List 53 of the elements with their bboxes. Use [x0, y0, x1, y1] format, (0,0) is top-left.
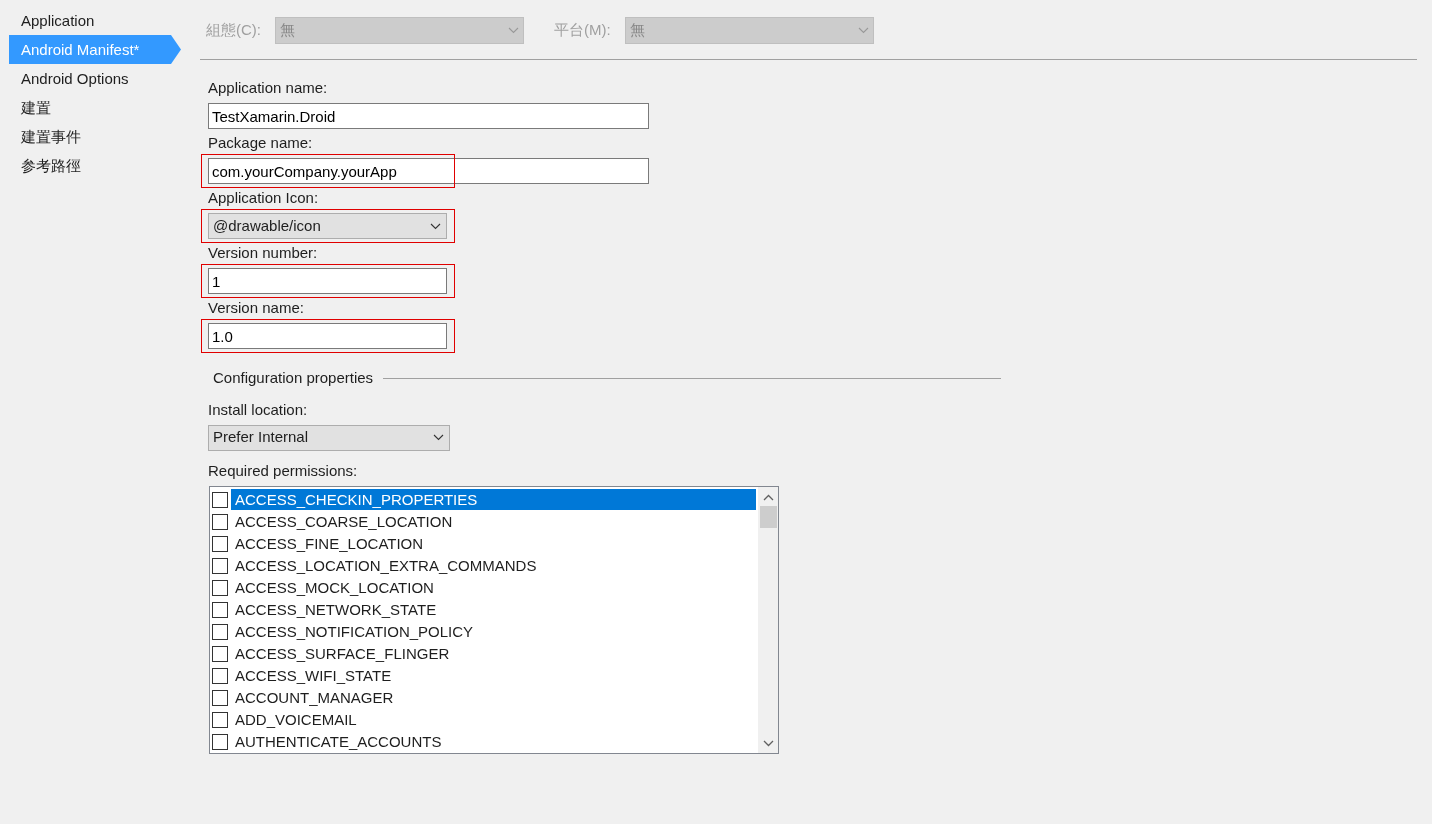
checkbox[interactable]: [212, 579, 228, 596]
checkbox[interactable]: [212, 711, 228, 728]
scrollbar[interactable]: [758, 486, 778, 753]
sidebar-item[interactable]: 参考路徑: [9, 151, 182, 180]
sidebar-item[interactable]: Android Options: [9, 64, 182, 93]
checkbox[interactable]: [212, 557, 228, 574]
checkbox[interactable]: [212, 645, 228, 662]
field-label: Application name:: [208, 78, 328, 98]
input-field[interactable]: TestXamarin.Droid: [208, 103, 649, 129]
list-item[interactable]: ACCESS_LOCATION_EXTRA_COMMANDS: [231, 555, 756, 576]
list-item[interactable]: ACCESS_FINE_LOCATION: [231, 533, 756, 554]
checkbox[interactable]: [212, 513, 228, 530]
scroll-down-icon[interactable]: [762, 739, 774, 747]
checkbox[interactable]: [212, 491, 228, 508]
checkbox[interactable]: [212, 601, 228, 618]
list-item[interactable]: ACCESS_CHECKIN_PROPERTIES: [231, 489, 756, 510]
field-label: Install location:: [208, 399, 308, 420]
caret-icon: [433, 434, 444, 441]
sidebar-item[interactable]: 建置事件: [9, 122, 182, 151]
list-item[interactable]: AUTHENTICATE_ACCOUNTS: [231, 731, 756, 752]
list-item[interactable]: ACCESS_COARSE_LOCATION: [231, 511, 756, 532]
field-label: Version number:: [208, 243, 318, 263]
input-field[interactable]: 1: [208, 268, 447, 294]
list-item[interactable]: ACCESS_WIFI_STATE: [231, 665, 756, 686]
checkbox[interactable]: [212, 667, 228, 684]
input-field[interactable]: com.yourCompany.yourApp: [208, 158, 649, 184]
sidebar-item[interactable]: Application: [9, 6, 182, 35]
checkbox[interactable]: [212, 535, 228, 552]
checkbox[interactable]: [212, 689, 228, 706]
input-field[interactable]: 1.0: [208, 323, 447, 349]
dropdown-label: 組態(C):: [206, 20, 261, 41]
dropdown-label: 平台(M):: [554, 20, 611, 41]
list-item[interactable]: ADD_VOICEMAIL: [231, 709, 756, 730]
list-item[interactable]: ACCOUNT_MANAGER: [231, 687, 756, 708]
field-label: Application Icon:: [208, 188, 319, 208]
list-item[interactable]: ACCESS_MOCK_LOCATION: [231, 577, 756, 598]
field-label: Version name:: [208, 298, 304, 318]
caret-icon: [430, 222, 441, 230]
sidebar-item[interactable]: 建置: [9, 93, 182, 122]
field-label: Required permissions:: [208, 460, 358, 481]
dropdown[interactable]: @drawable/icon: [208, 213, 447, 239]
field-label: Package name:: [208, 133, 313, 153]
caret-icon: [508, 27, 519, 34]
dropdown[interactable]: Prefer Internal: [208, 424, 450, 451]
scroll-up-icon[interactable]: [762, 493, 774, 501]
list-item[interactable]: ACCESS_SURFACE_FLINGER: [231, 643, 756, 664]
checkbox[interactable]: [212, 623, 228, 640]
group-title: Configuration properties: [213, 368, 374, 388]
list-item[interactable]: ACCESS_NETWORK_STATE: [231, 599, 756, 620]
list-item[interactable]: ACCESS_NOTIFICATION_POLICY: [231, 621, 756, 642]
caret-icon: [857, 27, 869, 34]
scroll-thumb[interactable]: [759, 505, 777, 528]
checkbox[interactable]: [212, 733, 228, 750]
